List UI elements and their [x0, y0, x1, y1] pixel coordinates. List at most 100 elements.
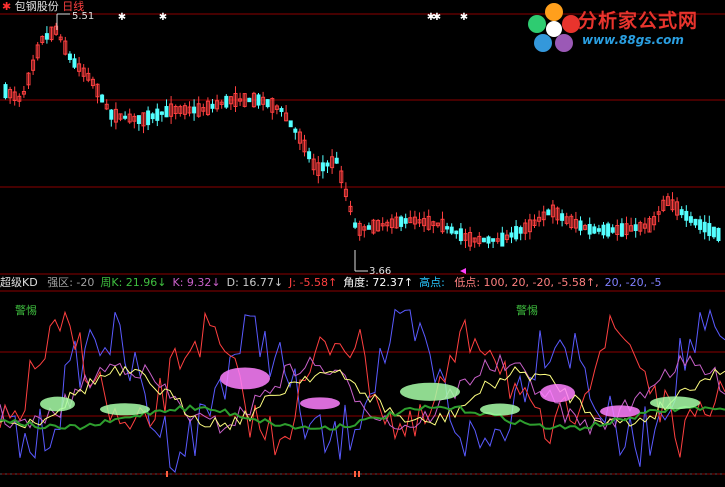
- indicator-item-value: : 72.37↑: [365, 276, 414, 289]
- indicator-item-6: 高点:: [419, 276, 448, 289]
- high-price-marker: 5.51: [72, 11, 95, 22]
- indicator-band: [220, 367, 270, 390]
- indicator-item-7: 低点: 100, 20, -20, -5.58↑,: [454, 276, 598, 289]
- star-marker: ✱: [433, 12, 441, 23]
- candle-body: [481, 237, 486, 243]
- candle-body: [578, 220, 583, 231]
- warning-label-left: 警惕: [15, 304, 37, 317]
- candle-body: [486, 236, 491, 244]
- candle-body: [224, 95, 229, 108]
- candle-body: [684, 210, 689, 221]
- signal-tick: [354, 471, 356, 477]
- candle-body: [560, 213, 565, 221]
- candle-body: [353, 222, 358, 228]
- indicator-item-value: : 21.96↓: [118, 276, 167, 289]
- candle-body: [366, 225, 371, 230]
- candle-body: [491, 238, 496, 242]
- candle-body: [518, 227, 523, 234]
- candle-body: [247, 97, 252, 103]
- signal-tick: [166, 471, 168, 477]
- candle-body: [293, 128, 298, 133]
- indicator-item-5: 角度: 72.37↑: [343, 276, 413, 289]
- candle-body: [606, 223, 611, 237]
- candle-body: [688, 216, 693, 223]
- candle-body: [702, 221, 707, 233]
- candle-body: [150, 113, 155, 120]
- candle-body: [164, 106, 169, 118]
- cursor-marker: [460, 268, 466, 274]
- site-logo: 分析家公式网 www.88gs.com: [526, 2, 721, 54]
- candle-body: [320, 162, 325, 172]
- indicator-item-label: 周K: [100, 276, 119, 289]
- indicator-band: [40, 396, 75, 412]
- candle-body: [72, 58, 77, 68]
- candle-body: [601, 224, 606, 236]
- candle-body: [210, 103, 215, 109]
- candle-body: [716, 227, 721, 242]
- candle-body: [693, 218, 698, 226]
- indicator-item-label: 高点: [419, 276, 442, 289]
- candle-body: [707, 223, 712, 237]
- logo-url: www.88gs.com: [582, 33, 684, 47]
- indicator-item-2: K: 9.32↓: [173, 276, 221, 289]
- chart-canvas[interactable]: ✱ ✱ ✱ ✱ ✱: [0, 0, 725, 483]
- indicator-item-label: K: [172, 276, 180, 289]
- indicator-header: 超级KD 强区: -20 周K: 21.96↓ K: 9.32↓ D: 16.77↓ J…: [0, 276, 662, 290]
- candle-body: [458, 228, 463, 242]
- indicator-name[interactable]: 超级KD: [0, 276, 38, 289]
- candle-body: [619, 223, 624, 237]
- stock-name: 包钢股份: [14, 0, 59, 13]
- indicator-item-label: 低点: [454, 276, 477, 289]
- indicator-line-red: [0, 310, 725, 458]
- candle-body: [192, 106, 197, 114]
- candle-body: [44, 33, 49, 40]
- candle-body: [711, 226, 716, 238]
- indicator-item-value: : -20: [69, 276, 95, 289]
- candle-body: [334, 157, 339, 164]
- indicator-item-value: : 100, 20, -20, -5.58↑,: [476, 276, 599, 289]
- indicator-item-0: 强区: -20: [47, 276, 94, 289]
- candle-body: [403, 218, 408, 224]
- star-marker: ✱: [159, 12, 167, 23]
- candle-body: [679, 209, 684, 216]
- warning-label-right: 警惕: [516, 304, 538, 317]
- logo-title: 分析家公式网: [578, 10, 699, 32]
- candle-body: [698, 219, 703, 230]
- chart-area[interactable]: ✱ ✱ ✱ ✱ ✱ ✱ 包钢股份 日线 5.51 3.66 分析家公式网 www.88g…: [0, 0, 725, 483]
- candle-body: [509, 232, 514, 238]
- indicator-item-value: : 9.32↓: [179, 276, 221, 289]
- indicator-band: [480, 403, 520, 416]
- candle-body: [514, 226, 519, 240]
- indicator-item-8: 20, -20, -5: [605, 276, 662, 289]
- candle-body: [399, 216, 404, 227]
- star-icon: ✱: [2, 0, 12, 13]
- star-marker: ✱: [118, 12, 126, 23]
- indicator-item-label: D: [226, 276, 236, 289]
- candle-body: [159, 111, 164, 115]
- candle-body: [610, 227, 615, 233]
- indicator-band: [600, 405, 640, 418]
- candle-body: [454, 230, 459, 235]
- indicator-item-1: 周K: 21.96↓: [100, 276, 166, 289]
- candle-body: [288, 120, 293, 128]
- flower-icon: [528, 3, 580, 52]
- indicator-item-value: : 16.77↓: [235, 276, 284, 289]
- candle-body: [3, 84, 8, 99]
- candle-body: [325, 162, 330, 167]
- indicator-band: [100, 403, 150, 416]
- candle-body: [307, 151, 312, 160]
- candle-body: [136, 115, 141, 125]
- indicator-band: [540, 384, 575, 403]
- indicator-item-4: J: -5.58↑: [289, 276, 337, 289]
- indicator-item-value: :: [441, 276, 449, 289]
- candle-body: [123, 115, 128, 119]
- indicator-band: [300, 397, 340, 410]
- candle-body: [146, 110, 151, 126]
- candle-body: [596, 228, 601, 232]
- indicator-band: [400, 382, 460, 401]
- indicator-item-value: 20, -20, -5: [604, 276, 662, 289]
- star-marker: ✱: [460, 12, 468, 23]
- candle-body: [67, 53, 72, 61]
- candle-body: [109, 109, 114, 120]
- candle-body: [587, 223, 592, 235]
